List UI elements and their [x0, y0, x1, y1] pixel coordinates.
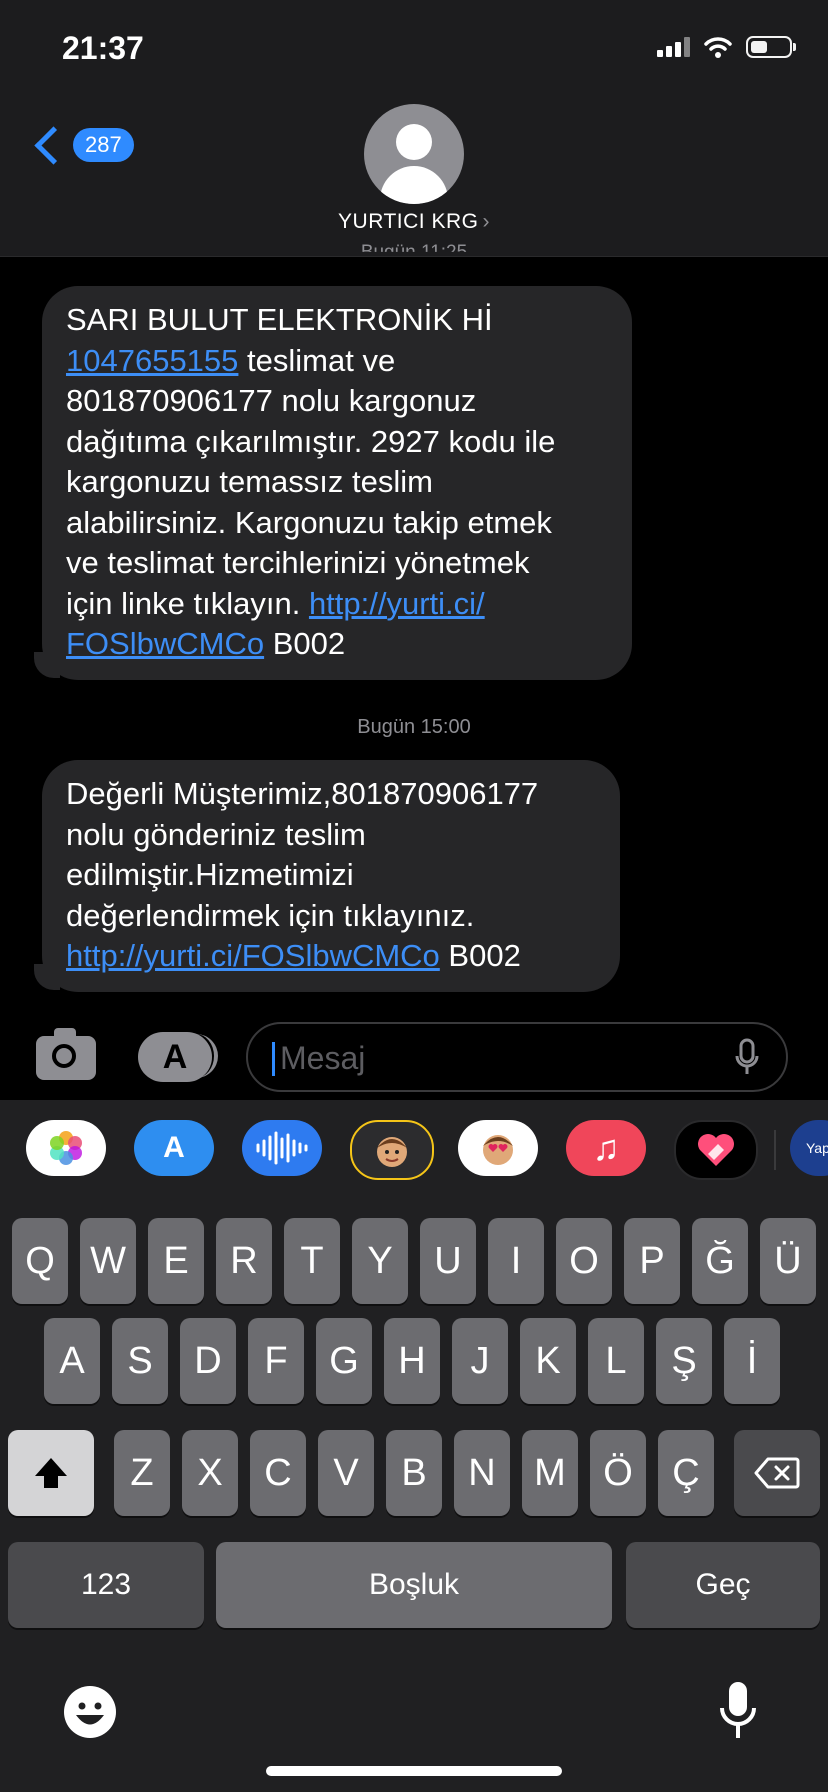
conversation-header: 21:37 287 YURTICI KRG ›	[0, 0, 828, 257]
shift-arrow-icon	[35, 1458, 67, 1488]
message-line: alabilirsiniz. Kargonuzu takip etmek	[66, 504, 552, 540]
message-placeholder: Mesaj	[280, 1040, 366, 1076]
key-b[interactable]: B	[386, 1430, 442, 1516]
back-button[interactable]: 287	[30, 125, 134, 165]
key-y[interactable]: Y	[352, 1218, 408, 1304]
keyboard: A ♫ Yap Q W E R T Y U I O P Ğ Ü A S D F …	[0, 1100, 828, 1792]
key-f[interactable]: F	[248, 1318, 304, 1404]
memoji-stickers-icon[interactable]	[458, 1120, 538, 1176]
key-q[interactable]: Q	[12, 1218, 68, 1304]
message-line: kargonuzu temassız teslim	[66, 464, 433, 499]
contact-avatar[interactable]	[364, 104, 464, 204]
message-line: ve teslimat tercihlerinizi yönetmek	[66, 545, 530, 580]
key-x[interactable]: X	[182, 1430, 238, 1516]
key-ğ[interactable]: Ğ	[692, 1218, 748, 1304]
chevron-left-icon	[34, 125, 73, 165]
bubble-tail	[34, 964, 60, 990]
shift-key[interactable]	[8, 1430, 94, 1516]
battery-level	[751, 41, 767, 53]
key-e[interactable]: E	[148, 1218, 204, 1304]
photos-icon[interactable]	[26, 1120, 106, 1176]
phone-number-link[interactable]: 1047655155	[66, 343, 238, 378]
audio-icon[interactable]	[242, 1120, 322, 1176]
bubble-tail	[34, 652, 60, 678]
person-icon	[396, 124, 432, 160]
app-store-icon[interactable]: A	[134, 1120, 214, 1176]
message-bubble-2[interactable]: Değerli Müşterimiz,801870906177 nolu gön…	[42, 760, 620, 992]
key-s[interactable]: S	[112, 1318, 168, 1404]
home-indicator	[266, 1766, 562, 1776]
dictation-mic-icon[interactable]	[734, 1038, 760, 1078]
key-i̇[interactable]: İ	[724, 1318, 780, 1404]
digital-touch-icon[interactable]	[674, 1120, 758, 1180]
text-caret	[272, 1042, 275, 1076]
key-u[interactable]: U	[420, 1218, 476, 1304]
tracking-link[interactable]: http://yurti.ci/	[309, 586, 485, 621]
more-app-label: Yap	[806, 1140, 828, 1156]
key-k[interactable]: K	[520, 1318, 576, 1404]
message-line: nolu gönderiniz teslim	[66, 816, 366, 852]
key-r[interactable]: R	[216, 1218, 272, 1304]
key-m[interactable]: M	[522, 1430, 578, 1516]
key-o[interactable]: O	[556, 1218, 612, 1304]
key-a[interactable]: A	[44, 1318, 100, 1404]
key-i[interactable]: I	[488, 1218, 544, 1304]
timestamp: Bugün 15:00	[357, 716, 471, 738]
battery-icon	[746, 36, 796, 58]
key-l[interactable]: L	[588, 1318, 644, 1404]
message-line: edilmiştir.Hizmetimizi	[66, 857, 354, 892]
key-p[interactable]: P	[624, 1218, 680, 1304]
music-icon[interactable]: ♫	[566, 1120, 646, 1176]
dictation-mic-icon[interactable]	[718, 1680, 758, 1744]
status-time: 21:37	[62, 30, 144, 66]
key-h[interactable]: H	[384, 1318, 440, 1404]
message-line: SARI BULUT ELEKTRONİK Hİ	[66, 302, 493, 337]
message-line: dağıtıma çıkarılmıştır. 2927 kodu ile	[66, 423, 556, 459]
key-ü[interactable]: Ü	[760, 1218, 816, 1304]
emoji-icon[interactable]	[62, 1684, 118, 1740]
backspace-key[interactable]	[734, 1430, 820, 1516]
key-ş[interactable]: Ş	[656, 1318, 712, 1404]
numbers-key[interactable]: 123	[8, 1542, 204, 1628]
key-c[interactable]: C	[250, 1430, 306, 1516]
camera-icon[interactable]	[36, 1028, 96, 1080]
delete-icon	[754, 1457, 800, 1489]
key-w[interactable]: W	[80, 1218, 136, 1304]
key-z[interactable]: Z	[114, 1430, 170, 1516]
rating-link[interactable]: http://yurti.ci/FOSlbwCMCo	[66, 938, 440, 973]
cellular-signal-icon	[657, 37, 690, 57]
key-t[interactable]: T	[284, 1218, 340, 1304]
key-g[interactable]: G	[316, 1318, 372, 1404]
key-n[interactable]: N	[454, 1430, 510, 1516]
return-key[interactable]: Geç	[626, 1542, 820, 1628]
tracking-link-continued[interactable]: FOSlbwCMCo	[66, 626, 264, 661]
contact-name: YURTICI KRG	[338, 210, 479, 233]
unread-count-badge: 287	[73, 128, 134, 162]
message-bubble-1[interactable]: SARI BULUT ELEKTRONİK Hİ 1047655155 tesl…	[42, 286, 632, 680]
key-j[interactable]: J	[452, 1318, 508, 1404]
key-ç[interactable]: Ç	[658, 1430, 714, 1516]
message-input[interactable]: Mesaj	[246, 1022, 788, 1092]
message-line: değerlendirmek için tıklayınız.	[66, 897, 475, 933]
key-v[interactable]: V	[318, 1430, 374, 1516]
status-icons	[657, 36, 796, 58]
app-store-button[interactable]: A	[138, 1032, 218, 1082]
message-line: 801870906177 nolu kargonuz	[66, 383, 477, 418]
key-ö[interactable]: Ö	[590, 1430, 646, 1516]
key-d[interactable]: D	[180, 1318, 236, 1404]
wifi-icon	[704, 37, 732, 58]
app-strip: A ♫ Yap	[0, 1100, 828, 1204]
more-app-icon[interactable]: Yap	[790, 1120, 828, 1176]
chevron-right-icon: ›	[482, 210, 490, 233]
app-strip-divider	[774, 1130, 776, 1170]
space-key[interactable]: Boşluk	[216, 1542, 612, 1628]
message-line: Değerli Müşterimiz,801870906177	[66, 776, 539, 811]
contact-name-button[interactable]: YURTICI KRG ›	[0, 210, 828, 234]
memoji-icon[interactable]	[350, 1120, 434, 1180]
